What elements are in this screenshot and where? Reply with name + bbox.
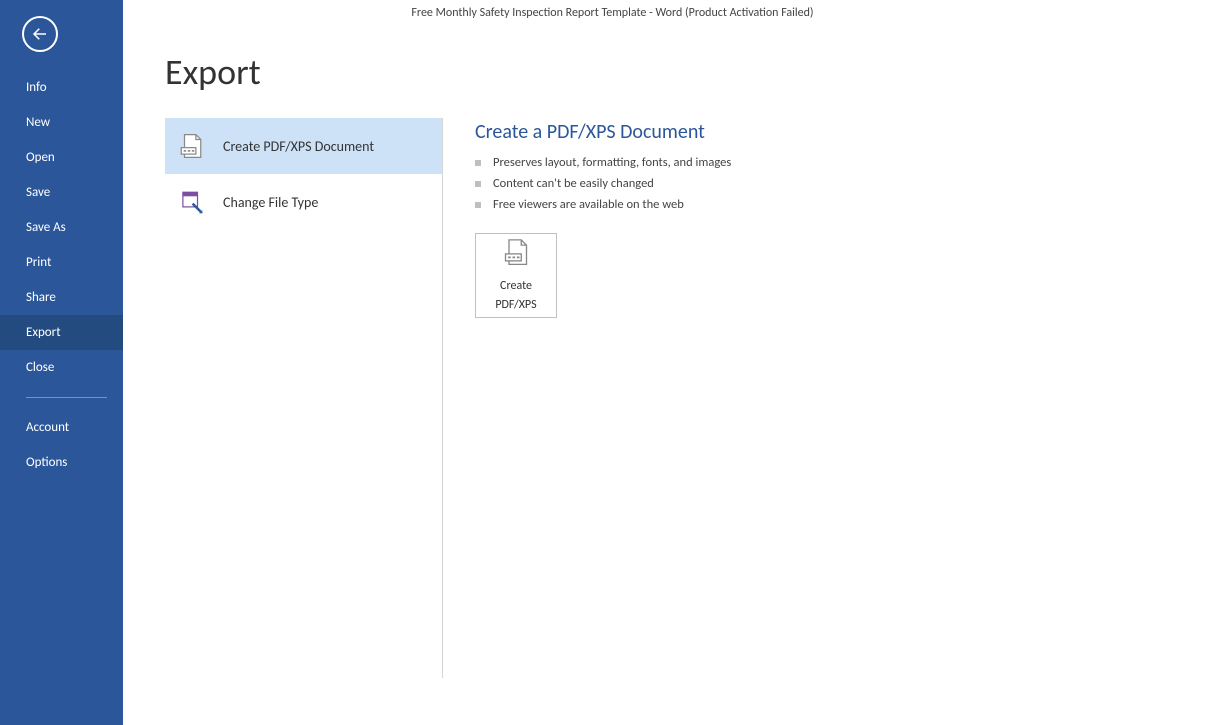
detail-bullet: Preserves layout, formatting, fonts, and… (475, 152, 1225, 173)
create-pdf-xps-button[interactable]: Create PDF/XPS (475, 233, 557, 318)
option-change-file-type[interactable]: Change File Type (165, 174, 442, 230)
nav-options[interactable]: Options (0, 445, 123, 480)
nav-label: Share (26, 290, 56, 305)
nav-label: Options (26, 455, 67, 470)
change-file-type-icon (177, 188, 205, 216)
detail-pane: Create a PDF/XPS Document Preserves layo… (475, 118, 1225, 318)
nav-close[interactable]: Close (0, 350, 123, 385)
export-options-list: Create PDF/XPS Document Change File Type (165, 118, 443, 678)
nav-label: Info (26, 80, 47, 95)
nav-share[interactable]: Share (0, 280, 123, 315)
nav-label: Account (26, 420, 69, 435)
nav-label: Close (26, 360, 54, 375)
page-title: Export (165, 50, 1225, 94)
bullet-icon (475, 160, 481, 166)
bullet-text: Preserves layout, formatting, fonts, and… (493, 155, 731, 170)
bullet-icon (475, 202, 481, 208)
nav-export[interactable]: Export (0, 315, 123, 350)
option-label: Create PDF/XPS Document (223, 138, 374, 155)
detail-bullet: Free viewers are available on the web (475, 194, 1225, 215)
backstage-sidebar: Info New Open Save Save As Print Share E… (0, 0, 123, 725)
nav-label: Print (26, 255, 51, 270)
nav-print[interactable]: Print (0, 245, 123, 280)
nav-info[interactable]: Info (0, 70, 123, 105)
nav-account[interactable]: Account (0, 410, 123, 445)
nav-save-as[interactable]: Save As (0, 210, 123, 245)
title-bar: Free Monthly Safety Inspection Report Te… (0, 0, 1225, 28)
option-create-pdf-xps[interactable]: Create PDF/XPS Document (165, 118, 442, 174)
nav-label: New (26, 115, 50, 130)
nav-separator (26, 397, 107, 398)
pdf-export-icon (502, 238, 530, 273)
title-text: Free Monthly Safety Inspection Report Te… (411, 6, 813, 20)
bullet-icon (475, 181, 481, 187)
bullet-text: Free viewers are available on the web (493, 197, 684, 212)
nav-new[interactable]: New (0, 105, 123, 140)
nav-label: Export (26, 325, 61, 340)
nav-open[interactable]: Open (0, 140, 123, 175)
detail-title: Create a PDF/XPS Document (475, 120, 1225, 144)
nav-label: Save (26, 185, 50, 200)
button-line1: Create (500, 279, 532, 294)
detail-bullet: Content can't be easily changed (475, 173, 1225, 194)
button-line2: PDF/XPS (495, 298, 536, 313)
bullet-text: Content can't be easily changed (493, 176, 654, 191)
content-pane: Export Create PDF/XPS Document (123, 0, 1225, 725)
nav-label: Open (26, 150, 55, 165)
nav-save[interactable]: Save (0, 175, 123, 210)
detail-bullets: Preserves layout, formatting, fonts, and… (475, 152, 1225, 215)
nav-label: Save As (26, 220, 66, 235)
option-label: Change File Type (223, 194, 318, 211)
pdf-document-icon (177, 132, 205, 160)
